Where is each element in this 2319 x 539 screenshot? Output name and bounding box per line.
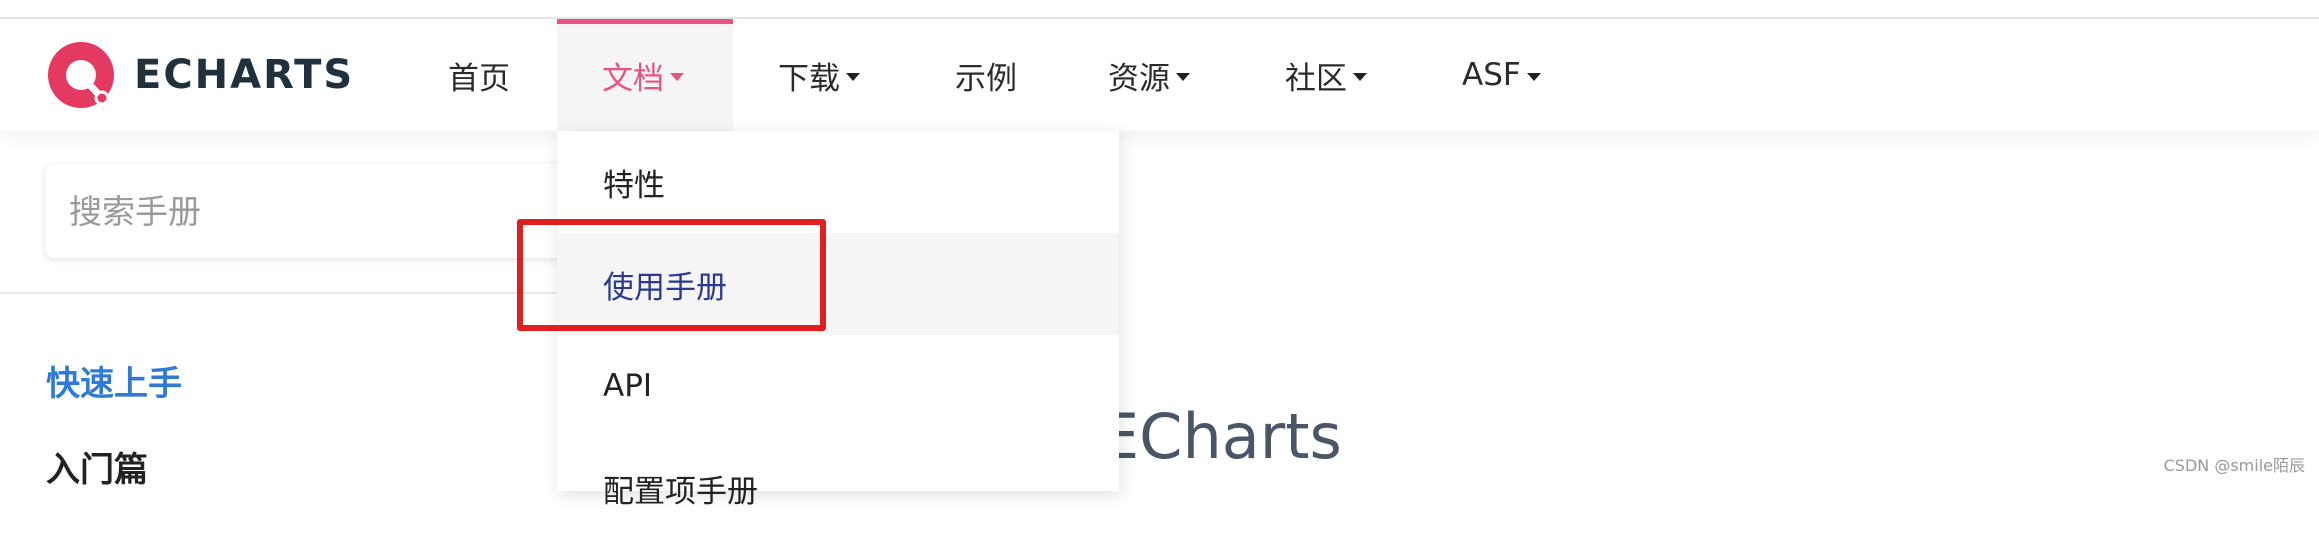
- nav-label: 文档: [602, 60, 664, 97]
- nav-item-docs[interactable]: 文档: [602, 19, 684, 131]
- sidebar-section-quickstart[interactable]: 快速上手: [46, 356, 182, 405]
- top-navbar: ECHARTS 首页 文档 下载 示例 资源 社区 ASF: [0, 19, 2319, 131]
- watermark-text: CSDN @smile陌辰: [2163, 456, 2305, 475]
- caret-down-icon: [1526, 73, 1541, 81]
- nav-item-asf[interactable]: ASF: [1462, 19, 1541, 131]
- annotation-highlight-box: [517, 219, 826, 331]
- dropdown-item-label: API: [603, 368, 653, 404]
- nav-item-examples[interactable]: 示例: [955, 19, 1017, 131]
- echarts-logo[interactable]: ECHARTS: [46, 37, 354, 113]
- nav-label: 示例: [955, 60, 1017, 97]
- nav-item-download[interactable]: 下载: [778, 19, 860, 131]
- caret-down-icon: [1176, 73, 1190, 81]
- search-input[interactable]: [67, 190, 551, 232]
- nav-label: 社区: [1285, 60, 1347, 97]
- caret-down-icon: [846, 73, 860, 81]
- nav-item-community[interactable]: 社区: [1285, 19, 1367, 131]
- browser-top-strip: [0, 0, 2319, 19]
- nav-item-resources[interactable]: 资源: [1108, 19, 1190, 131]
- dropdown-item-label: 特性: [603, 167, 665, 204]
- nav-label: 下载: [778, 60, 840, 97]
- dropdown-item-option[interactable]: 配置项手册: [557, 437, 1119, 539]
- nav-label: 资源: [1108, 60, 1170, 97]
- echarts-logo-icon: [48, 42, 114, 108]
- sidebar-divider: [0, 292, 560, 294]
- search-box[interactable]: [45, 164, 585, 258]
- nav-label: 首页: [448, 60, 510, 97]
- dropdown-item-api[interactable]: API: [557, 335, 1119, 437]
- caret-down-icon: [1353, 73, 1367, 81]
- caret-down-icon: [670, 73, 684, 81]
- nav-active-indicator: [557, 19, 733, 24]
- logo-text: ECHARTS: [134, 52, 355, 98]
- dropdown-item-features[interactable]: 特性: [557, 131, 1119, 233]
- page-title: ECharts: [1100, 400, 1342, 473]
- dropdown-item-label: 配置项手册: [603, 473, 758, 510]
- nav-item-home[interactable]: 首页: [448, 19, 510, 131]
- nav-label: ASF: [1462, 57, 1521, 93]
